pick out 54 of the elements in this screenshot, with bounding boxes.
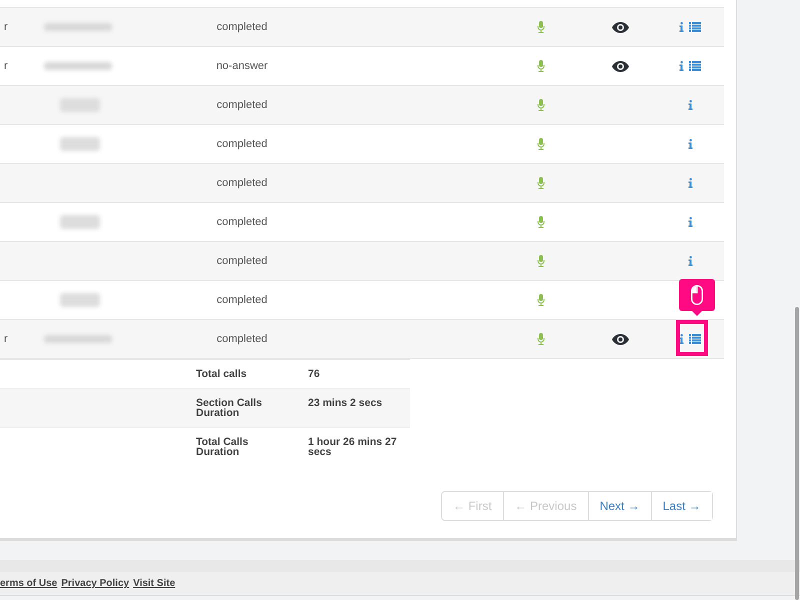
- eye-icon[interactable]: [612, 22, 628, 32]
- info-icon[interactable]: [679, 61, 684, 71]
- table-cell-text: r: [3, 333, 8, 345]
- list-icon[interactable]: [689, 334, 701, 344]
- blurred-text: [60, 215, 100, 229]
- microphone-icon[interactable]: [537, 216, 545, 228]
- summary-label: Total Calls Duration: [196, 437, 250, 457]
- info-icon[interactable]: [688, 100, 692, 110]
- microphone-icon[interactable]: [537, 255, 545, 267]
- info-icon[interactable]: [688, 256, 692, 266]
- microphone-icon[interactable]: [537, 294, 545, 306]
- eye-icon[interactable]: [612, 60, 628, 72]
- scrollbar-thumb[interactable]: [795, 307, 799, 600]
- summary-value: 76: [308, 369, 321, 382]
- blurred-text: [60, 98, 100, 112]
- blurred-text: [44, 23, 112, 31]
- status-text: completed: [216, 333, 268, 345]
- microphone-icon[interactable]: [537, 60, 545, 72]
- status-text: completed: [216, 138, 268, 150]
- microphone-icon[interactable]: [537, 333, 545, 345]
- footer-link[interactable]: Visit Site: [133, 578, 176, 589]
- info-icon[interactable]: [688, 139, 692, 149]
- summary-label: Section Calls Duration: [196, 398, 263, 421]
- info-icon[interactable]: [688, 217, 692, 227]
- table-cell-text: r: [3, 60, 8, 72]
- blurred-text: [44, 62, 112, 70]
- status-text: completed: [216, 21, 268, 33]
- status-text: no-answer: [216, 60, 268, 72]
- microphone-icon[interactable]: [537, 138, 545, 150]
- mouse-icon: [691, 285, 703, 305]
- info-icon[interactable]: [679, 22, 684, 32]
- status-text: completed: [216, 294, 268, 306]
- eye-icon[interactable]: [612, 334, 628, 344]
- footer-link[interactable]: erms of Use: [0, 578, 58, 589]
- microphone-icon[interactable]: [537, 99, 545, 111]
- blurred-text: [44, 335, 112, 343]
- summary-value: 23 mins 2 secs: [308, 398, 384, 411]
- summary-label: Total calls: [196, 369, 248, 382]
- microphone-icon[interactable]: [537, 21, 545, 33]
- page-button[interactable]: Last →: [650, 492, 712, 520]
- table-cell-text: r: [3, 21, 8, 33]
- status-text: completed: [216, 177, 268, 189]
- list-icon[interactable]: [689, 22, 701, 32]
- list-icon[interactable]: [689, 61, 701, 71]
- status-text: completed: [216, 255, 268, 267]
- footer-link[interactable]: Privacy Policy: [61, 578, 130, 589]
- microphone-icon[interactable]: [537, 177, 545, 189]
- status-text: completed: [216, 216, 268, 228]
- status-text: completed: [216, 99, 268, 111]
- blurred-text: [60, 137, 100, 151]
- summary-value: 1 hour 26 mins 27 secs: [308, 437, 398, 457]
- blurred-text: [60, 293, 100, 307]
- info-icon[interactable]: [688, 178, 692, 188]
- info-icon[interactable]: [679, 334, 684, 344]
